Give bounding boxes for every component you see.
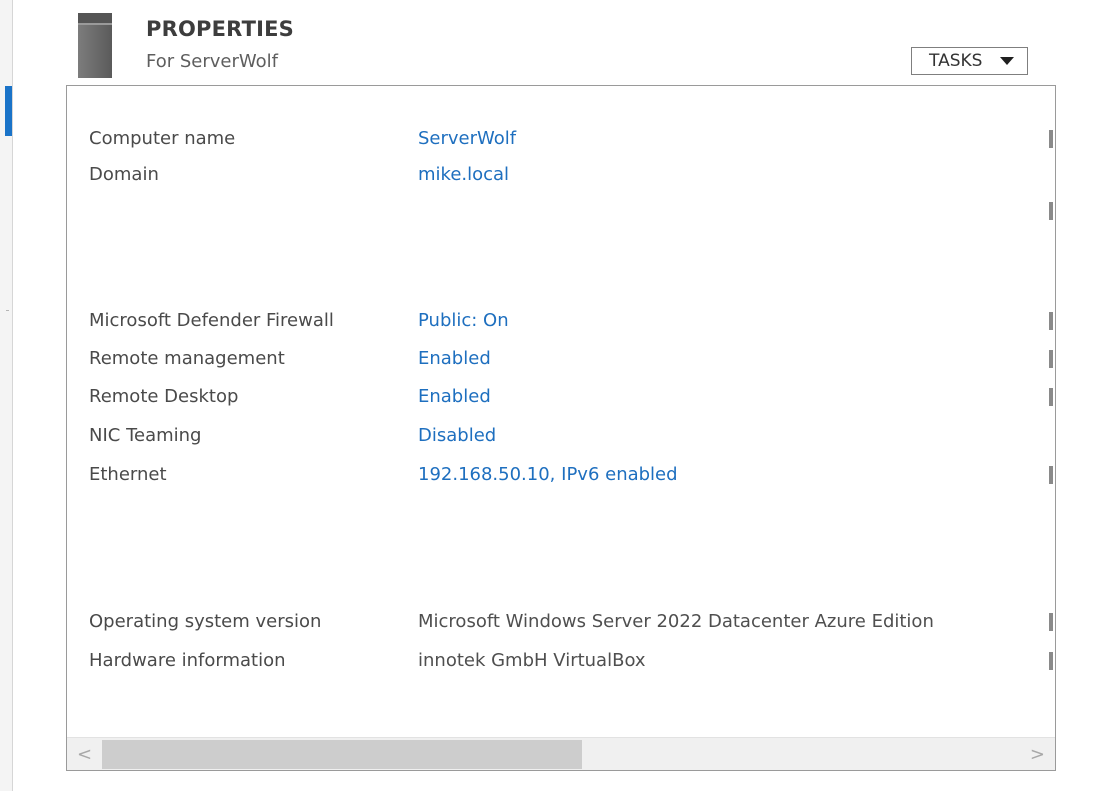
caret-down-icon	[1000, 57, 1014, 65]
tasks-dropdown-button[interactable]: TASKS	[911, 47, 1028, 75]
nav-selection-indicator	[5, 86, 12, 136]
computer-name-label: Computer name	[89, 128, 236, 149]
clipped-column-mark	[1049, 652, 1053, 670]
remote-desktop-link[interactable]: Enabled	[418, 384, 491, 410]
clipped-column-mark	[1049, 466, 1053, 484]
domain-link[interactable]: mike.local	[418, 162, 509, 188]
os-version-value: Microsoft Windows Server 2022 Datacenter…	[418, 611, 934, 632]
hardware-value: innotek GmbH VirtualBox	[418, 650, 646, 671]
scrollbar-thumb[interactable]	[102, 740, 582, 769]
remote-desktop-label: Remote Desktop	[89, 386, 239, 407]
clipped-column-mark	[1049, 350, 1053, 368]
os-version-label: Operating system version	[89, 611, 322, 632]
tile-title: PROPERTIES	[146, 17, 294, 41]
scroll-left-icon[interactable]: <	[77, 744, 92, 765]
nic-teaming-label: NIC Teaming	[89, 425, 202, 446]
tile-subtitle: For ServerWolf	[146, 51, 278, 72]
domain-label: Domain	[89, 164, 159, 185]
clipped-column-mark	[1049, 613, 1053, 631]
firewall-label: Microsoft Defender Firewall	[89, 310, 334, 331]
scroll-right-icon[interactable]: >	[1030, 744, 1045, 765]
remote-management-label: Remote management	[89, 348, 285, 369]
horizontal-scrollbar[interactable]: < >	[67, 737, 1055, 770]
clipped-column-mark	[1049, 130, 1053, 148]
clipped-column-mark	[1049, 312, 1053, 330]
properties-panel: Computer name ServerWolf Domain mike.loc…	[66, 85, 1056, 771]
nic-teaming-link[interactable]: Disabled	[418, 423, 496, 449]
server-icon	[78, 13, 112, 78]
remote-management-link[interactable]: Enabled	[418, 346, 491, 372]
ethernet-link[interactable]: 192.168.50.10, IPv6 enabled	[418, 462, 678, 488]
hardware-label: Hardware information	[89, 650, 286, 671]
clipped-column-mark	[1049, 202, 1053, 220]
tasks-label: TASKS	[929, 51, 983, 71]
clipped-column-mark	[1049, 388, 1053, 406]
firewall-link[interactable]: Public: On	[418, 308, 509, 334]
computer-name-link[interactable]: ServerWolf	[418, 126, 516, 152]
nav-divider	[6, 310, 9, 311]
ethernet-label: Ethernet	[89, 464, 167, 485]
